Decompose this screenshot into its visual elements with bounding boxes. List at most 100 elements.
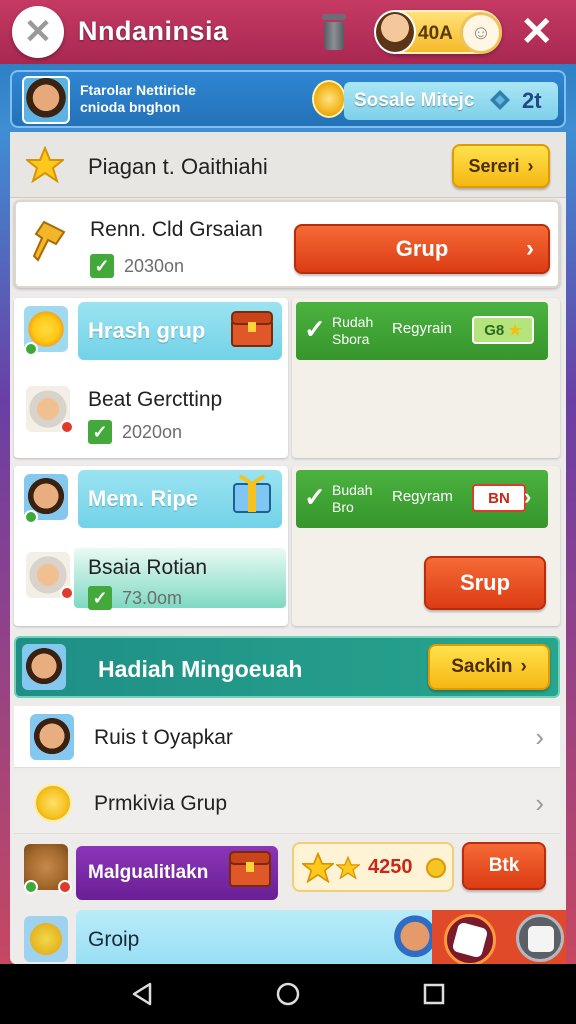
star-icon: ★ <box>508 322 522 339</box>
profile-line-1: Ftarolar Nettiricle <box>80 82 196 98</box>
reward-tag: G8 ★ <box>472 316 534 344</box>
chest-icon <box>231 311 273 347</box>
profile-line-2: cnioda bnghon <box>80 99 181 115</box>
banner-label: Regyrain <box>392 320 453 337</box>
badge-icon <box>60 586 74 600</box>
claim-button-label: Sackin <box>451 656 513 677</box>
reward-cell: ✓ Budah Bro Regyram BN › Srup <box>292 466 560 626</box>
reward-tag: BN <box>472 484 526 512</box>
chevron-right-icon: › <box>520 656 527 677</box>
reward-banner[interactable]: ✓ Budah Bro Regyram BN › <box>296 470 548 528</box>
back-button-label: Btk <box>488 855 520 876</box>
gift-icon <box>233 474 271 513</box>
home-nav-icon[interactable] <box>272 978 304 1010</box>
chevron-right-icon: › <box>535 788 544 818</box>
close-icon: ✕ <box>23 13 53 51</box>
profile-text: Ftarolar Nettiricle cnioda bnghon <box>80 82 196 116</box>
back-nav-icon[interactable] <box>126 978 158 1010</box>
dice-icon <box>444 914 496 966</box>
check-icon: ✓ <box>304 314 326 344</box>
avatar <box>22 76 70 124</box>
chevron-right-icon: › <box>535 722 544 752</box>
banner-label: Regyram <box>392 488 453 505</box>
list-item[interactable]: Ruis t Oyapkar › <box>14 706 560 768</box>
dice-panel[interactable] <box>432 910 566 968</box>
coin-icon <box>34 784 72 822</box>
player-avatar <box>374 10 416 54</box>
bottom-item[interactable]: Groip <box>76 910 468 968</box>
badge-icon <box>24 342 38 356</box>
gem-icon <box>490 90 510 110</box>
close-button[interactable]: ✕ <box>12 6 64 58</box>
key-icon <box>32 220 66 262</box>
avatar <box>22 644 66 690</box>
banner-line-1: Rudah <box>332 314 374 330</box>
search-button[interactable]: Sereri › <box>452 144 550 188</box>
chevron-right-icon: › <box>524 484 532 509</box>
badge-icon <box>24 510 38 524</box>
level-value: 2t <box>522 88 542 113</box>
check-icon: ✓ <box>304 482 326 512</box>
chevron-right-icon: › <box>526 235 534 262</box>
star-icon <box>302 852 334 884</box>
currency-value: 40A <box>418 23 453 44</box>
close-icon[interactable]: ✕ <box>520 12 554 52</box>
row-title: Bsaia Rotian <box>88 556 208 579</box>
banner-line-1: Budah <box>332 482 373 498</box>
bottom-item-label: Groip <box>88 928 140 951</box>
chevron-right-icon: › <box>527 155 534 176</box>
badge-icon <box>60 420 74 434</box>
list-item[interactable]: Prmkivia Grup › <box>14 772 560 834</box>
banner-label: Budah Bro <box>332 482 372 516</box>
banner-line-2: Bro <box>332 499 354 515</box>
chest-icon <box>229 851 271 887</box>
coin-icon <box>426 858 446 878</box>
check-icon: ✓ <box>90 254 114 278</box>
avatar <box>30 714 74 760</box>
purple-pill-label: Malgualitlakn <box>88 862 209 883</box>
claim-button[interactable]: Sackin › <box>428 644 550 690</box>
list-item-label: Prmkivia Grup <box>94 792 228 815</box>
reward-cell: ✓ Rudah Sbora Regyrain G8 ★ <box>292 298 560 458</box>
dice-icon <box>516 914 564 962</box>
list-item-label: Ruis t Oyapkar <box>94 726 233 749</box>
check-icon: ✓ <box>88 586 112 610</box>
back-button[interactable]: Btk <box>462 842 546 890</box>
achievement-pill[interactable]: Sosale Mitejc 2t <box>344 82 558 120</box>
list-item[interactable]: Mem. Ripe Bsaia Rotian ✓ 73.0om <box>14 466 288 626</box>
recents-nav-icon[interactable] <box>418 978 450 1010</box>
quest-card[interactable]: Renn. Cld Grsaian ✓ 2030on Grup › <box>14 200 560 288</box>
game-screen: ✕ Nndaninsia 40A ☺ ✕ Ftarolar Nettiricle… <box>0 0 576 1024</box>
row-title: Beat Gercttinp <box>88 388 223 411</box>
main-panel: Piagan t. Oaithiahi Sereri › Renn. Cld Gr… <box>10 132 566 968</box>
group-button-label: Srup <box>459 570 511 595</box>
tag-label: G8 <box>484 321 505 339</box>
top-bar: ✕ Nndaninsia 40A ☺ ✕ <box>0 0 576 64</box>
face-icon: ☺ <box>460 12 502 54</box>
star-icon <box>26 146 64 184</box>
star-icon <box>336 856 360 880</box>
star-count: 4250 <box>368 856 413 878</box>
list-item[interactable]: Hrash grup Beat Gercttinp ✓ 2020on <box>14 298 288 458</box>
weekly-reward-banner[interactable]: Hadiah Mingoeuah Sackin › <box>14 636 560 698</box>
group-button[interactable]: Grup › <box>294 224 550 274</box>
badge-icon <box>58 880 72 894</box>
group-button-label: Grup <box>395 236 449 261</box>
profile-bar[interactable]: Ftarolar Nettiricle cnioda bnghon Sosale… <box>10 70 566 128</box>
quest-sub: 2030on <box>124 256 185 276</box>
medal-icon <box>312 80 346 118</box>
pill-label: Hrash grup <box>88 318 206 343</box>
panel-title: Piagan t. Oaithiahi <box>88 154 268 179</box>
search-button-label: Sereri <box>468 155 520 176</box>
reward-banner[interactable]: ✓ Rudah Sbora Regyrain G8 ★ <box>296 302 548 360</box>
system-nav-bar <box>0 964 576 1024</box>
app-title: Nndaninsia <box>78 16 229 46</box>
trash-icon[interactable] <box>320 14 348 50</box>
star-counter: 4250 <box>292 842 454 892</box>
group-button[interactable]: Srup <box>424 556 546 610</box>
panel-header: Piagan t. Oaithiahi Sereri › <box>10 132 566 198</box>
banner-title: Hadiah Mingoeuah <box>98 656 303 682</box>
currency-pill[interactable]: 40A ☺ <box>374 10 502 54</box>
check-icon: ✓ <box>88 420 112 444</box>
banner-line-2: Sbora <box>332 331 370 347</box>
